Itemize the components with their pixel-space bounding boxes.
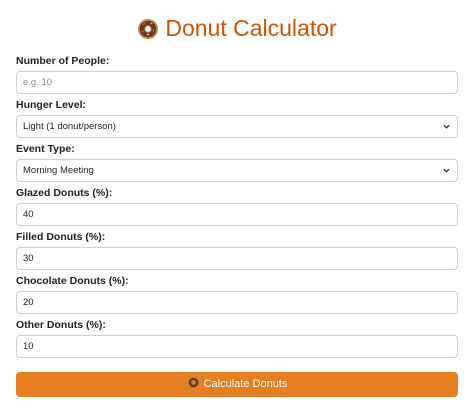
event-select[interactable]: Morning Meeting <box>16 159 458 182</box>
people-field: Number of People: <box>16 55 458 94</box>
chocolate-label: Chocolate Donuts (%): <box>16 275 129 287</box>
page-title: Donut Calculator <box>0 13 474 43</box>
people-label: Number of People: <box>16 55 110 67</box>
glazed-label: Glazed Donuts (%): <box>16 187 113 199</box>
people-input[interactable] <box>16 71 458 94</box>
filled-input[interactable] <box>16 247 458 270</box>
glazed-field: Glazed Donuts (%): <box>16 187 458 226</box>
event-field: Event Type: Morning Meeting <box>16 143 458 182</box>
chocolate-input[interactable] <box>16 291 458 314</box>
chevron-down-icon <box>443 124 450 129</box>
chocolate-field: Chocolate Donuts (%): <box>16 275 458 314</box>
other-field: Other Donuts (%): <box>16 319 458 358</box>
hunger-label: Hunger Level: <box>16 99 87 111</box>
chevron-down-icon <box>443 168 450 173</box>
hunger-field: Hunger Level: Light (1 donut/person) <box>16 99 458 138</box>
calculate-button[interactable]: Calculate Donuts <box>16 372 458 397</box>
page-title-text: Donut Calculator <box>165 15 337 41</box>
other-label: Other Donuts (%): <box>16 319 106 331</box>
donut-icon <box>138 19 159 39</box>
filled-label: Filled Donuts (%): <box>16 231 106 243</box>
donut-icon <box>187 376 200 389</box>
glazed-input[interactable] <box>16 203 458 226</box>
event-select-value: Morning Meeting <box>23 165 94 176</box>
other-input[interactable] <box>16 335 458 358</box>
calculate-button-label: Calculate Donuts <box>203 378 288 390</box>
event-label: Event Type: <box>16 143 75 155</box>
hunger-select-value: Light (1 donut/person) <box>23 121 116 132</box>
filled-field: Filled Donuts (%): <box>16 231 458 270</box>
hunger-select[interactable]: Light (1 donut/person) <box>16 115 458 138</box>
donut-calculator-app: Donut Calculator Number of People: Hunge… <box>0 0 474 414</box>
